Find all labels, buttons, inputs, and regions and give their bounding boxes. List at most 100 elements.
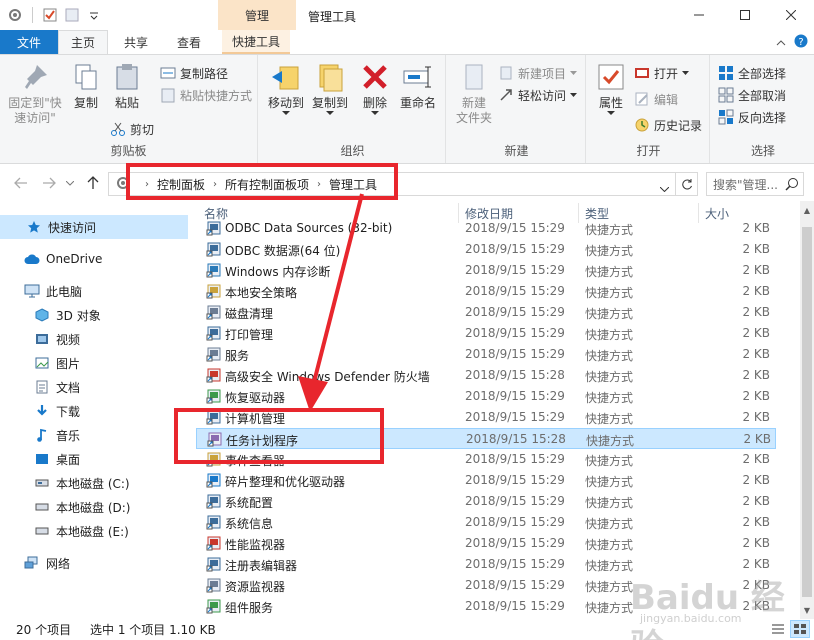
new-folder-button[interactable]: 新建 文件夹 (454, 61, 494, 126)
shortcut-icon (206, 305, 221, 320)
music-icon (34, 427, 50, 443)
forward-button[interactable] (40, 175, 58, 191)
copy-button[interactable]: 复制 (70, 61, 102, 111)
qat-dropdown-icon[interactable] (85, 6, 103, 24)
search-icon[interactable] (785, 177, 799, 194)
history-button[interactable]: 历史记录 (634, 115, 702, 135)
table-row[interactable]: ODBC Data Sources (32-bit) 2018/9/15 15:2… (196, 218, 776, 239)
nav-item-music[interactable]: 音乐 (0, 423, 188, 447)
video-icon (34, 331, 50, 347)
back-button[interactable] (12, 175, 30, 191)
select-all-button[interactable]: 全部选择 (718, 63, 786, 83)
tab-view[interactable]: 查看 (164, 30, 214, 54)
table-row[interactable]: 系统配置 2018/9/15 15:29 快捷方式 2 KB (196, 491, 776, 512)
search-box[interactable]: 搜索"管理... (706, 172, 804, 196)
computer-icon (24, 283, 40, 299)
table-row[interactable]: 磁盘清理 2018/9/15 15:29 快捷方式 2 KB (196, 302, 776, 323)
nav-item-drive-c[interactable]: 本地磁盘 (C:) (0, 471, 188, 495)
paste-icon (116, 64, 138, 90)
table-row[interactable]: ODBC 数据源(64 位) 2018/9/15 15:29 快捷方式 2 KB (196, 239, 776, 260)
pin-quick-access-button[interactable]: 固定到"快 速访问" (6, 61, 64, 126)
nav-item-pictures[interactable]: 图片 (0, 351, 188, 375)
copy-path-button[interactable]: 复制路径 (160, 63, 228, 83)
select-none-button[interactable]: 全部取消 (718, 85, 786, 105)
address-bar[interactable]: › 控制面板 › 所有控制面板项 › 管理工具 (108, 172, 676, 196)
qat-divider (32, 7, 33, 23)
table-row[interactable]: Windows 内存诊断 2018/9/15 15:29 快捷方式 2 KB (196, 260, 776, 281)
recent-locations-button[interactable] (64, 175, 76, 191)
table-row[interactable]: 碎片整理和优化驱动器 2018/9/15 15:29 快捷方式 2 KB (196, 470, 776, 491)
open-button[interactable]: 打开 (634, 63, 690, 83)
nav-item-desktop[interactable]: 桌面 (0, 447, 188, 471)
shortcut-icon (206, 599, 221, 614)
refresh-button[interactable] (676, 172, 698, 196)
help-icon[interactable]: ? (794, 34, 808, 51)
file-type: 快捷方式 (585, 517, 634, 531)
tab-shortcut-tools[interactable]: 快捷工具 (222, 30, 290, 54)
file-size: 2 KB (742, 410, 770, 424)
table-row[interactable]: 打印管理 2018/9/15 15:29 快捷方式 2 KB (196, 323, 776, 344)
nav-item-documents[interactable]: 文档 (0, 375, 188, 399)
file-size: 2 KB (742, 284, 770, 298)
scroll-up-icon[interactable]: ▲ (800, 203, 814, 217)
cut-button[interactable]: 剪切 (110, 119, 154, 139)
vertical-scrollbar[interactable]: ▲ ▼ (800, 201, 814, 619)
new-folder-icon[interactable] (63, 6, 81, 24)
move-to-button[interactable]: 移动到 (266, 61, 306, 116)
shortcut-icon (206, 578, 221, 593)
nav-item-network[interactable]: 网络 (0, 551, 188, 575)
delete-button[interactable]: 删除 (360, 61, 390, 116)
table-row[interactable]: 服务 2018/9/15 15:29 快捷方式 2 KB (196, 344, 776, 365)
nav-item-onedrive[interactable]: OneDrive (0, 247, 188, 271)
file-size: 2 KB (742, 368, 770, 382)
close-button[interactable] (768, 0, 814, 30)
gear-icon[interactable] (6, 6, 24, 24)
nav-item-3d-objects[interactable]: 3D 对象 (0, 303, 188, 327)
file-size: 2 KB (742, 221, 770, 235)
table-row[interactable]: 计算机管理 2018/9/15 15:29 快捷方式 2 KB (196, 407, 776, 428)
minimize-button[interactable] (676, 0, 722, 30)
properties-button[interactable]: 属性 (594, 61, 628, 116)
table-row[interactable]: 系统信息 2018/9/15 15:29 快捷方式 2 KB (196, 512, 776, 533)
chevron-down-icon (570, 93, 578, 97)
file-type: 快捷方式 (585, 559, 634, 573)
breadcrumb-control-panel[interactable]: 控制面板 (157, 176, 205, 193)
ribbon-tabs: 文件 主页 共享 查看 快捷工具 (0, 30, 814, 54)
table-row[interactable]: 本地安全策略 2018/9/15 15:29 快捷方式 2 KB (196, 281, 776, 302)
address-dropdown-icon[interactable] (659, 181, 670, 195)
ribbon-group-select: 全部选择 全部取消 反向选择 选择 (712, 55, 814, 163)
paste-shortcut-button[interactable]: 粘贴快捷方式 (160, 85, 252, 105)
nav-item-drive-e[interactable]: 本地磁盘 (E:) (0, 519, 188, 543)
nav-item-this-pc[interactable]: 此电脑 (0, 279, 188, 303)
nav-item-videos[interactable]: 视频 (0, 327, 188, 351)
rename-button[interactable]: 重命名 (398, 61, 438, 111)
table-row[interactable]: 高级安全 Windows Defender 防火墙 2018/9/15 15:28… (196, 365, 776, 386)
scrollbar-thumb[interactable] (802, 227, 812, 597)
nav-item-downloads[interactable]: 下载 (0, 399, 188, 423)
new-item-button[interactable]: 新建项目 (498, 63, 578, 83)
properties-icon[interactable] (41, 6, 59, 24)
invert-selection-button[interactable]: 反向选择 (718, 107, 786, 127)
table-row[interactable]: 恢复驱动器 2018/9/15 15:29 快捷方式 2 KB (196, 386, 776, 407)
control-panel-icon (115, 175, 131, 194)
collapse-ribbon-icon[interactable] (776, 36, 786, 50)
maximize-button[interactable] (722, 0, 768, 30)
history-icon (635, 118, 649, 132)
table-row[interactable]: 任务计划程序 2018/9/15 15:28 快捷方式 2 KB (196, 428, 776, 449)
file-type: 快捷方式 (585, 370, 634, 384)
nav-item-quick-access[interactable]: 快速访问 (0, 215, 188, 239)
tab-file[interactable]: 文件 (0, 30, 58, 54)
tab-share[interactable]: 共享 (110, 30, 162, 54)
copy-to-button[interactable]: 复制到 (310, 61, 350, 116)
up-button[interactable] (84, 175, 102, 191)
tab-home[interactable]: 主页 (58, 30, 108, 54)
paste-button[interactable]: 粘贴 (110, 61, 144, 111)
file-type: 快捷方式 (585, 349, 634, 363)
nav-item-drive-d[interactable]: 本地磁盘 (D:) (0, 495, 188, 519)
easy-access-button[interactable]: 轻松访问 (498, 85, 578, 105)
watermark-logo: Baidu 经验 (630, 578, 785, 640)
table-row[interactable]: 性能监视器 2018/9/15 15:29 快捷方式 2 KB (196, 533, 776, 554)
table-row[interactable]: 事件查看器 2018/9/15 15:29 快捷方式 2 KB (196, 449, 776, 470)
edit-button[interactable]: 编辑 (634, 89, 678, 109)
svg-text:?: ? (798, 37, 803, 48)
